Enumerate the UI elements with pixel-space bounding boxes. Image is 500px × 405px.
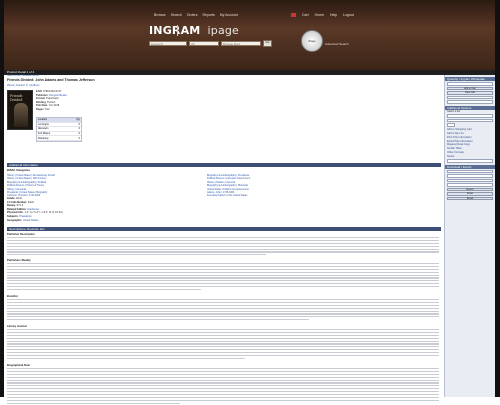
search-go-button[interactable]: Go bbox=[263, 40, 272, 47]
order-note-input-2[interactable] bbox=[447, 100, 493, 104]
desc-text-publisher bbox=[7, 237, 439, 257]
download-panel-header: Download / Export bbox=[445, 164, 495, 169]
sidebar-select[interactable] bbox=[447, 159, 493, 163]
book-cover-image: Friends Divided bbox=[7, 90, 33, 130]
order-note-input[interactable] bbox=[447, 95, 493, 99]
desc-text-bio bbox=[7, 368, 439, 405]
product-author-link[interactable]: Wood, Gordon S. (Author) bbox=[7, 83, 39, 87]
export-button[interactable]: Export bbox=[447, 187, 493, 192]
utility-nav: Cart Home Help Logout bbox=[291, 13, 354, 17]
nav-search[interactable]: Search bbox=[171, 13, 182, 17]
desc-text-booklist bbox=[7, 299, 439, 322]
keyword-input[interactable] bbox=[149, 41, 187, 46]
page: Browse Search Orders Reports My Account … bbox=[0, 0, 500, 404]
descriptions-header: Descriptions, Reviews, Etc. bbox=[7, 227, 441, 231]
desc-text-pw bbox=[7, 263, 439, 292]
search-scope-select[interactable] bbox=[189, 41, 219, 46]
download-select[interactable] bbox=[447, 169, 493, 174]
table-row: Roseburg 0 bbox=[37, 136, 81, 141]
add-to-cart-button[interactable]: Add to Cart bbox=[447, 86, 493, 90]
product-details: EAN: 9780143110477 Publisher: Penguin Bo… bbox=[36, 90, 81, 111]
cart-link[interactable]: Cart bbox=[302, 13, 309, 17]
brand-name: INGRAM bbox=[149, 24, 201, 37]
cart-icon[interactable] bbox=[291, 13, 296, 17]
brand-divider bbox=[177, 25, 178, 36]
desc-label-pw: Publishers Weekly bbox=[7, 259, 31, 262]
order-panel-header: Quantity / Ingram Wholesale bbox=[445, 77, 495, 81]
brand-logo[interactable]: INGRAM ipage bbox=[149, 24, 239, 37]
bisac-label: BISAC Categories bbox=[7, 169, 30, 172]
additional-kv-list: Grade: Adult LC Call Number: E322 Dewey:… bbox=[7, 197, 63, 222]
list-select[interactable] bbox=[447, 114, 493, 118]
stock-table: Location Qty La Vergne 0 Allentown 0 Fort W… bbox=[36, 117, 82, 142]
help-link[interactable]: Help bbox=[330, 13, 337, 17]
download-input-2[interactable] bbox=[447, 178, 493, 183]
download-input[interactable] bbox=[447, 174, 493, 178]
search-bar: Go bbox=[149, 40, 272, 47]
top-header: Browse Search Orders Reports My Account … bbox=[4, 0, 495, 70]
nav-orders[interactable]: Orders bbox=[187, 13, 198, 17]
nav-reports[interactable]: Reports bbox=[202, 13, 214, 17]
main-content: Back to List | Related Items Friends Div… bbox=[4, 74, 444, 404]
excel-button[interactable]: Excel bbox=[447, 192, 493, 196]
ipage-badge: iPage bbox=[301, 30, 323, 52]
primary-nav: Browse Search Orders Reports My Account bbox=[154, 13, 238, 17]
right-border bbox=[495, 0, 500, 397]
desc-label-booklist: Booklist bbox=[7, 295, 18, 298]
desc-label-bio: Biographical Note bbox=[7, 364, 30, 367]
category-link[interactable]: Founding Fathers of the United States bbox=[207, 194, 407, 197]
product-title: Friends Divided: John Adams and Thomas J… bbox=[7, 78, 95, 82]
list-name-input[interactable] bbox=[447, 118, 493, 123]
desc-text-lj bbox=[7, 329, 439, 361]
cover-title: Friends Divided bbox=[10, 94, 23, 102]
select-list-label: Select a list bbox=[447, 109, 461, 113]
back-to-list-link[interactable]: Back to List | Related Items bbox=[7, 74, 39, 77]
nav-browse[interactable]: Browse bbox=[154, 13, 166, 17]
home-link[interactable]: Home bbox=[315, 13, 324, 17]
download-input-3[interactable] bbox=[447, 183, 493, 187]
right-sidebar: Quantity / Ingram Wholesale Add to Cart … bbox=[444, 75, 495, 397]
cover-figure bbox=[14, 103, 28, 127]
additional-info-header: Additional Information bbox=[7, 163, 441, 167]
advanced-search-link[interactable]: Advanced Search bbox=[325, 42, 349, 46]
desc-label-lj: Library Journal bbox=[7, 325, 27, 328]
dept-select[interactable] bbox=[221, 41, 261, 46]
nav-my-account[interactable]: My Account bbox=[220, 13, 238, 17]
list-qty-input[interactable] bbox=[447, 123, 455, 127]
bisac-category-list: History | United States | Revolutionary … bbox=[7, 174, 407, 197]
quantity-input[interactable] bbox=[447, 82, 493, 86]
sidebar-link[interactable]: Series bbox=[445, 154, 495, 158]
detail-row: Pages: 512 bbox=[36, 107, 50, 111]
email-button[interactable]: Email bbox=[447, 196, 493, 201]
kv-row: Geographic: United States bbox=[7, 218, 39, 222]
view-cart-button[interactable]: View Cart bbox=[447, 91, 493, 95]
logout-link[interactable]: Logout bbox=[343, 13, 354, 17]
brand-product: ipage bbox=[207, 24, 240, 37]
desc-label-publisher: Publisher Description bbox=[7, 233, 35, 236]
